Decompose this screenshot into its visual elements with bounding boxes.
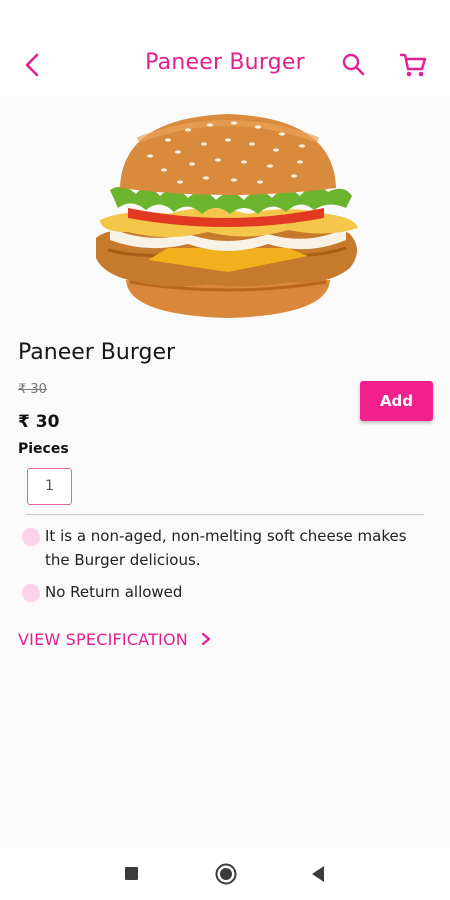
view-specification-label: VIEW SPECIFICATION bbox=[18, 630, 188, 649]
burger-image bbox=[96, 114, 358, 318]
home-icon[interactable] bbox=[215, 863, 237, 885]
cart-icon[interactable] bbox=[398, 50, 428, 80]
app-bar: Paneer Burger bbox=[0, 0, 450, 96]
detail-text: It is a non-aged, non-melting soft chees… bbox=[45, 527, 407, 569]
pieces-label: Pieces bbox=[18, 441, 69, 457]
bullet-dot bbox=[22, 528, 40, 546]
quantity-field[interactable]: 1 bbox=[27, 468, 72, 505]
view-specification-link[interactable]: VIEW SPECIFICATION bbox=[18, 630, 211, 649]
chevron-left-icon[interactable] bbox=[18, 50, 48, 80]
product-name: Paneer Burger bbox=[18, 340, 176, 365]
product-detail: Paneer Burger ₹ 30 ₹ 30 Pieces Add 1 It … bbox=[0, 96, 450, 848]
back-triangle-icon[interactable] bbox=[309, 864, 327, 884]
current-price: ₹ 30 bbox=[18, 412, 60, 432]
divider bbox=[26, 514, 424, 515]
detail-text: No Return allowed bbox=[45, 583, 183, 601]
recent-apps-icon[interactable] bbox=[125, 867, 138, 880]
search-icon[interactable] bbox=[340, 51, 368, 79]
chevron-right-icon bbox=[202, 633, 211, 645]
add-button[interactable]: Add bbox=[360, 381, 433, 421]
system-nav-bar bbox=[0, 848, 450, 900]
bullet-dot bbox=[22, 584, 40, 602]
page-title: Paneer Burger bbox=[145, 50, 305, 75]
original-price: ₹ 30 bbox=[18, 382, 47, 397]
